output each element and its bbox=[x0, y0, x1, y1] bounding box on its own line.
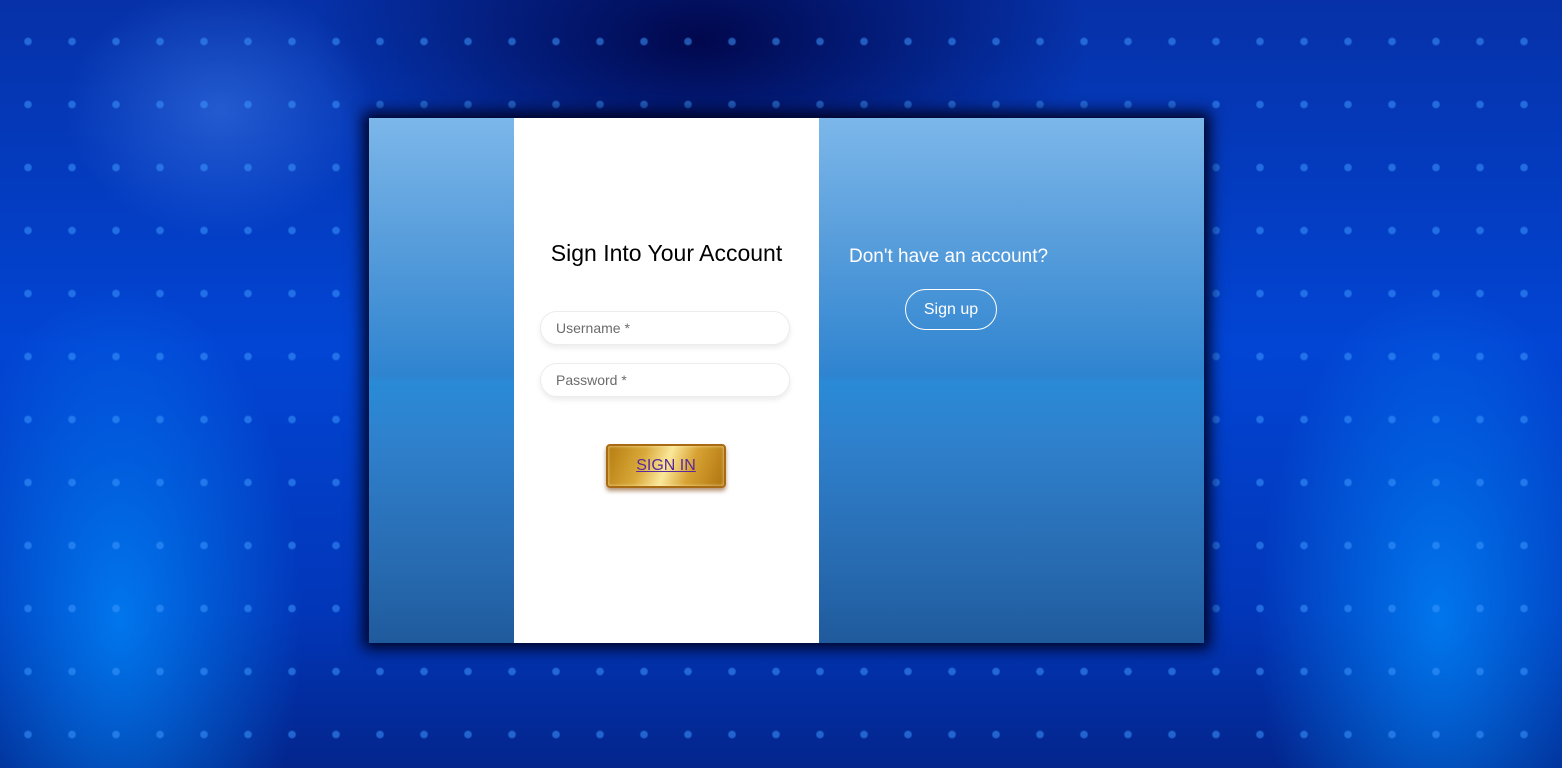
username-input[interactable] bbox=[540, 311, 790, 345]
signin-panel: Sign Into Your Account SIGN IN bbox=[514, 118, 819, 643]
signin-title: Sign Into Your Account bbox=[550, 240, 783, 266]
password-input[interactable] bbox=[540, 363, 790, 397]
signup-prompt: Don't have an account? bbox=[849, 246, 1049, 267]
login-card: Sign Into Your Account SIGN IN Don't hav… bbox=[369, 118, 1204, 643]
signin-button[interactable]: SIGN IN bbox=[606, 444, 726, 488]
signup-button[interactable]: Sign up bbox=[905, 289, 997, 330]
